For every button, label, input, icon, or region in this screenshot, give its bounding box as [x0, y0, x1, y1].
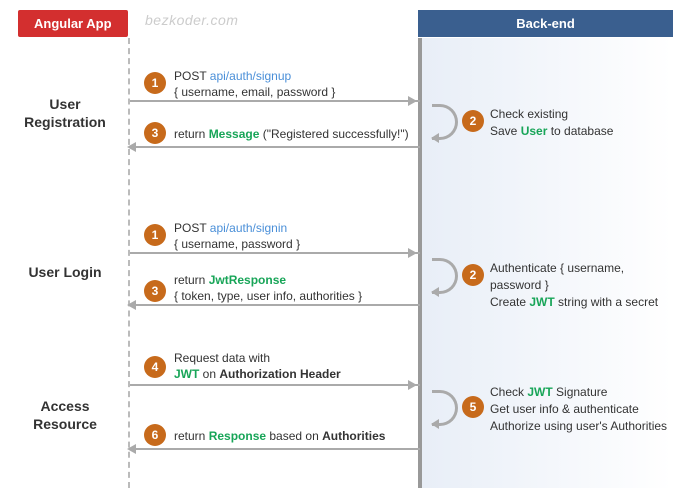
badge-3: 3 [144, 122, 166, 144]
arrow-access-request [130, 384, 420, 386]
http-verb: POST [174, 69, 210, 83]
arrow-signup-response [132, 146, 420, 148]
header-angular-app: Angular App [18, 10, 128, 37]
text: Signature [553, 385, 608, 399]
arrow-signin-request [130, 252, 420, 254]
text: return [174, 127, 209, 141]
line: to database [547, 124, 613, 138]
backend-text-access: Check JWT Signature Get user info & auth… [490, 384, 670, 434]
api-path: api/auth/signin [210, 221, 287, 235]
text: ("Registered successfully!") [259, 127, 408, 141]
line: string with a secret [555, 295, 658, 309]
line: Check existing [490, 107, 568, 121]
badge-1: 1 [144, 72, 166, 94]
badge-5: 5 [462, 396, 484, 418]
keyword-user: User [521, 124, 548, 138]
backend-text-signup: Check existing Save User to database [490, 106, 670, 140]
lifeline-angular [128, 38, 130, 488]
api-path: api/auth/signup [210, 69, 291, 83]
section-label-access: Access Resource [14, 398, 116, 433]
keyword-jwt: JWT [174, 367, 199, 381]
keyword-jwt: JWT [527, 385, 552, 399]
badge-2-login: 2 [462, 264, 484, 286]
watermark: bezkoder.com [145, 12, 238, 28]
authorities: Authorities [322, 429, 385, 443]
msg-signin-response: return JwtResponse { token, type, user i… [174, 272, 362, 304]
msg-access-request: Request data with JWT on Authorization H… [174, 350, 341, 382]
text: based on [266, 429, 322, 443]
badge-6: 6 [144, 424, 166, 446]
keyword-jwt: JWT [529, 295, 554, 309]
badge-3-login: 3 [144, 280, 166, 302]
badge-1-login: 1 [144, 224, 166, 246]
line: Authenticate { username, password } [490, 261, 624, 292]
section-label-registration: User Registration [14, 96, 116, 131]
request-body: { username, email, password } [174, 85, 335, 99]
arrow-signup-request [130, 100, 420, 102]
section-label-login: User Login [14, 264, 116, 282]
badge-4: 4 [144, 356, 166, 378]
text: return [174, 429, 209, 443]
http-verb: POST [174, 221, 210, 235]
text: on [199, 367, 219, 381]
line: Create [490, 295, 529, 309]
line: Request data with [174, 351, 270, 365]
keyword-message: Message [209, 127, 260, 141]
line: Authorize using user's Authorities [490, 419, 667, 433]
badge-2: 2 [462, 110, 484, 132]
arrow-access-response [132, 448, 420, 450]
text: return [174, 273, 209, 287]
auth-header: Authorization Header [219, 367, 340, 381]
msg-signin-request: POST api/auth/signin { username, passwor… [174, 220, 300, 252]
text: { token, type, user info, authorities } [174, 289, 362, 303]
arrow-signin-response [132, 304, 420, 306]
line: Get user info & authenticate [490, 402, 639, 416]
msg-signup-request: POST api/auth/signup { username, email, … [174, 68, 335, 100]
keyword-jwtresponse: JwtResponse [209, 273, 286, 287]
line: Save [490, 124, 521, 138]
header-backend: Back-end [418, 10, 673, 37]
msg-access-response: return Response based on Authorities [174, 428, 385, 444]
request-body: { username, password } [174, 237, 300, 251]
msg-signup-response: return Message ("Registered successfully… [174, 126, 409, 142]
text: Check [490, 385, 527, 399]
backend-text-signin: Authenticate { username, password } Crea… [490, 260, 670, 310]
keyword-response: Response [209, 429, 266, 443]
